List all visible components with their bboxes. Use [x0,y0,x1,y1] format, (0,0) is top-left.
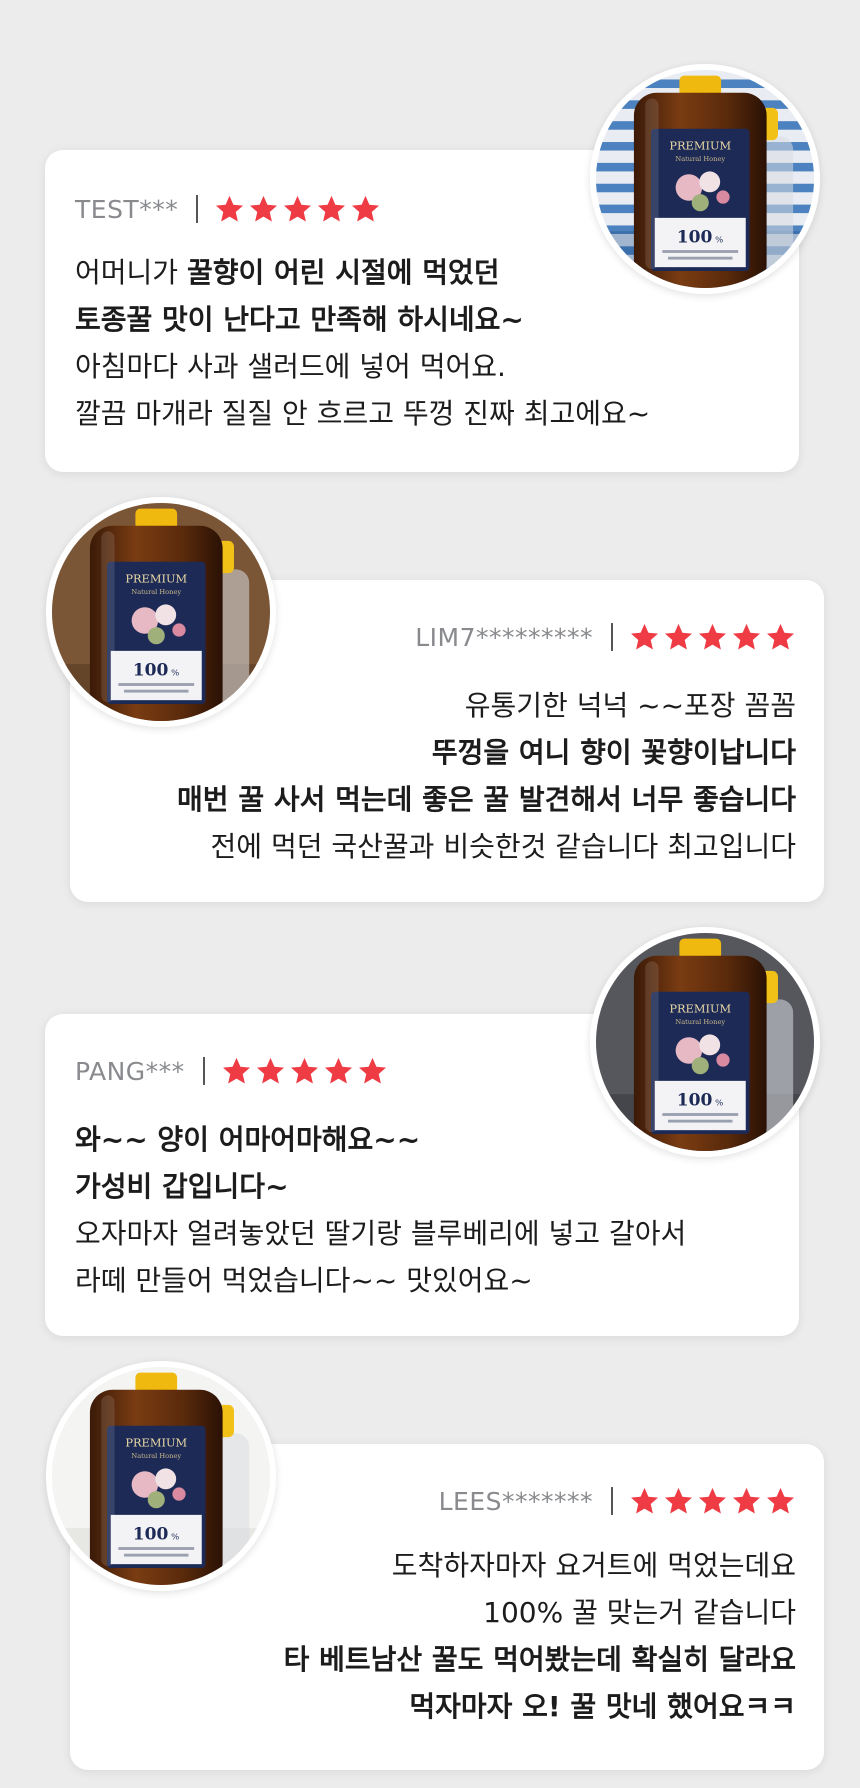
review-text: 유통기한 넉넉 ~~포장 꼼꼼 뚜껑을 여니 향이 꽃향이납니다 매번 꿀 사서… [177,682,796,870]
svg-text:Natural Honey: Natural Honey [675,1018,725,1026]
review-line: 100% 꿀 맞는거 같습니다 [483,1596,796,1629]
svg-text:PREMIUM: PREMIUM [669,1002,731,1016]
svg-text:100: 100 [133,661,169,681]
svg-text:Natural Honey: Natural Honey [131,588,181,596]
svg-text:%: % [715,1099,723,1109]
star-rating [629,622,796,652]
star-rating [214,194,381,224]
divider [196,195,199,223]
star-rating [629,1486,796,1516]
review-line: 어머니가 꿀향이 어린 시절에 먹었던 [75,256,500,289]
star-icon [324,1057,352,1084]
divider [611,623,613,651]
review-meta: TEST*** [75,194,381,224]
star-rating [221,1056,388,1086]
star-icon [767,623,794,650]
divider [611,1487,613,1515]
review-line: 아침마다 사과 샐러드에 넣어 먹어요. [75,350,506,383]
review-line: 가성비 갑입니다~ [75,1170,289,1203]
review-line: 오자마자 얼려놓았던 딸기랑 블루베리에 넣고 갈아서 [75,1217,687,1250]
svg-text:%: % [171,669,179,679]
honey-bottle-icon: PREMIUM Natural Honey 100 % [596,70,814,288]
review-line: 먹자마자 오! 꿀 맛네 했어요ㅋㅋ [409,1690,796,1723]
review-line: 토종꿀 맛이 난다고 만족해 하시네요~ [75,303,524,336]
review-meta: LEES******* [439,1486,796,1516]
star-icon [767,1487,794,1514]
star-icon [216,195,244,222]
star-icon [699,623,726,650]
review-line: 라떼 만들어 먹었습니다~~ 맛있어요~ [75,1264,533,1297]
svg-text:%: % [171,1533,179,1543]
review-photo-1[interactable]: PREMIUM Natural Honey 100 % [590,64,820,294]
review-username: LEES******* [438,1486,593,1516]
svg-text:PREMIUM: PREMIUM [125,1436,187,1450]
review-text: 어머니가 꿀향이 어린 시절에 먹었던 토종꿀 맛이 난다고 만족해 하시네요~… [75,249,650,437]
star-icon [352,195,380,222]
star-icon [699,1487,726,1514]
review-line: 깔끔 마개라 질질 안 흐르고 뚜껑 진짜 최고에요~ [75,397,651,430]
svg-text:100: 100 [677,228,713,248]
star-icon [318,195,346,222]
svg-text:%: % [715,236,723,246]
honey-bottle-icon: PREMIUM Natural Honey 100 % [52,1367,270,1585]
svg-text:100: 100 [677,1091,713,1111]
review-photo-2[interactable]: PREMIUM Natural Honey 100 % [46,497,276,727]
honey-bottle-icon: PREMIUM Natural Honey 100 % [52,503,270,721]
review-line: 뚜껑을 여니 향이 꽃향이납니다 [431,736,796,769]
review-text: 도착하자마자 요거트에 먹었는데요 100% 꿀 맞는거 같습니다 타 베트남산… [284,1542,796,1730]
star-icon [358,1057,386,1084]
review-line: 매번 꿀 사서 먹는데 좋은 꿀 발견해서 너무 좋습니다 [177,783,796,816]
star-icon [290,1057,318,1084]
review-text: 와~~ 양이 어마어마해요~~ 가성비 갑입니다~ 오자마자 얼려놓았던 딸기랑… [75,1116,686,1304]
svg-text:100: 100 [133,1525,169,1545]
review-line: 타 베트남산 꿀도 먹어봤는데 확실히 달라요 [283,1643,796,1676]
svg-text:PREMIUM: PREMIUM [669,139,731,153]
star-icon [250,195,278,222]
svg-text:Natural Honey: Natural Honey [131,1452,181,1460]
star-icon [284,195,312,222]
divider [202,1057,205,1085]
review-line: 와~~ 양이 어마어마해요~~ [75,1123,421,1156]
star-icon [733,623,760,650]
star-icon [256,1057,284,1084]
star-icon [631,623,658,650]
honey-bottle-icon: PREMIUM Natural Honey 100 % [596,933,814,1151]
review-photo-4[interactable]: PREMIUM Natural Honey 100 % [46,1361,276,1591]
star-icon [222,1057,250,1084]
review-photo-3[interactable]: PREMIUM Natural Honey 100 % [590,927,820,1157]
review-username: TEST*** [75,194,179,224]
svg-text:Natural Honey: Natural Honey [675,155,725,163]
review-username: PANG*** [75,1056,185,1086]
star-icon [733,1487,760,1514]
review-username: LIM7********* [415,622,593,652]
star-icon [665,1487,692,1514]
review-line: 도착하자마자 요거트에 먹었는데요 [391,1549,796,1582]
svg-text:PREMIUM: PREMIUM [125,572,187,586]
review-line: 유통기한 넉넉 ~~포장 꼼꼼 [464,689,796,722]
star-icon [665,623,692,650]
review-meta: LIM7********* [415,622,796,652]
star-icon [631,1487,658,1514]
review-line: 전에 먹던 국산꿀과 비슷한것 같습니다 최고입니다 [210,830,796,863]
review-meta: PANG*** [75,1056,388,1086]
